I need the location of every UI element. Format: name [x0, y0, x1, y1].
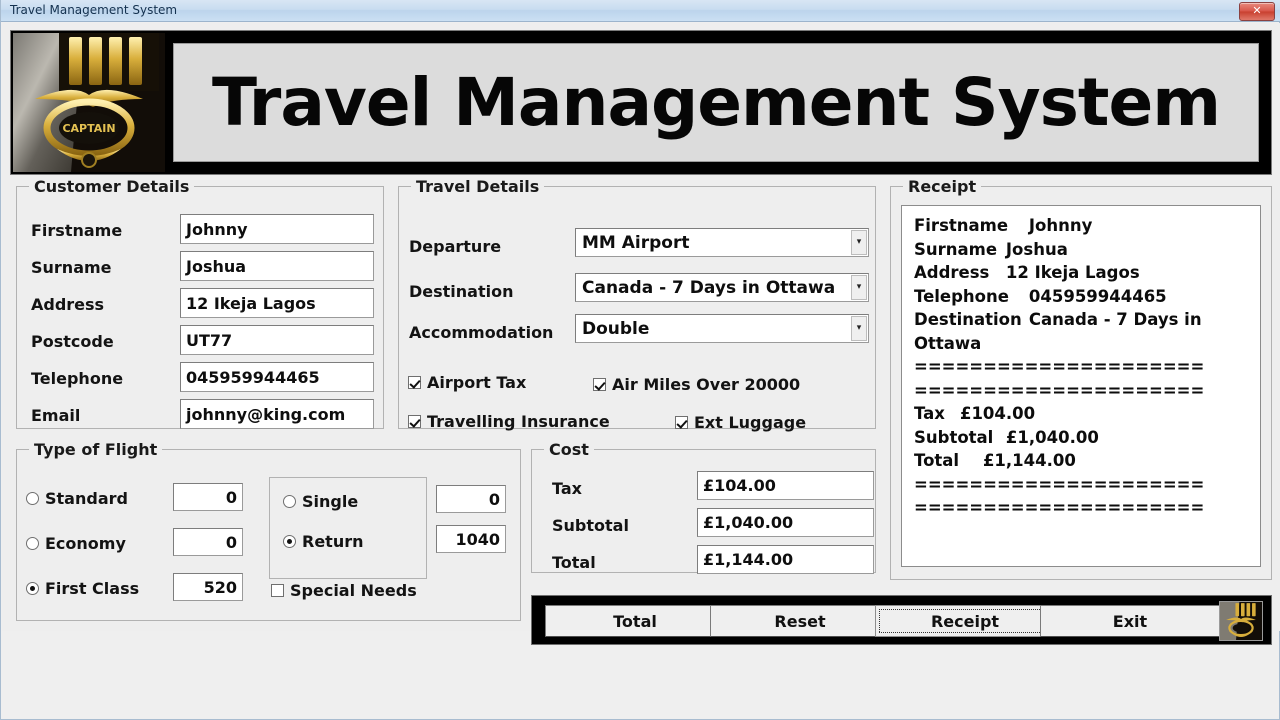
postcode-input[interactable]: UT77: [180, 325, 374, 355]
surname-label: Surname: [31, 258, 112, 277]
customer-details-group: Customer Details Firstname Johnny Surnam…: [16, 177, 384, 429]
travelling-insurance-label: Travelling Insurance: [427, 412, 610, 431]
checkbox-icon[interactable]: [675, 416, 688, 429]
radio-icon[interactable]: [26, 492, 39, 505]
receipt-legend: Receipt: [903, 177, 982, 196]
close-button[interactable]: ✕: [1239, 2, 1275, 21]
chevron-down-icon[interactable]: ▾: [851, 316, 867, 341]
special-needs-label: Special Needs: [290, 581, 417, 600]
address-input[interactable]: 12 Ikeja Lagos: [180, 288, 374, 318]
economy-price-input[interactable]: 0: [173, 528, 243, 556]
standard-radio[interactable]: Standard: [26, 489, 128, 508]
radio-icon[interactable]: [283, 495, 296, 508]
medal-graphic-small: [1220, 602, 1262, 640]
checkbox-icon[interactable]: [408, 415, 421, 428]
postcode-label: Postcode: [31, 332, 114, 351]
ext-luggage-label: Ext Luggage: [694, 413, 807, 432]
departure-label: Departure: [409, 237, 502, 256]
radio-icon[interactable]: [26, 537, 39, 550]
airport-tax-label: Airport Tax: [427, 373, 527, 392]
total-label: Total: [552, 553, 596, 572]
air-miles-label: Air Miles Over 20000: [612, 375, 801, 394]
subtotal-label: Subtotal: [552, 516, 629, 535]
return-label: Return: [302, 532, 364, 551]
chevron-down-icon[interactable]: ▾: [851, 230, 867, 255]
page-title: Travel Management System: [212, 64, 1221, 141]
medal-graphic: CAPTAIN: [13, 33, 165, 172]
accommodation-value: Double: [582, 318, 650, 339]
departure-dropdown[interactable]: MM Airport ▾: [575, 228, 869, 257]
single-label: Single: [302, 492, 359, 511]
email-label: Email: [31, 406, 81, 425]
window-title: Travel Management System: [10, 3, 178, 17]
subtotal-value-input[interactable]: £1,040.00: [697, 508, 874, 537]
address-label: Address: [31, 295, 105, 314]
email-input[interactable]: johnny@king.com: [180, 399, 374, 429]
return-radio[interactable]: Return: [283, 532, 364, 551]
destination-dropdown[interactable]: Canada - 7 Days in Ottawa ▾: [575, 273, 869, 302]
single-price-input[interactable]: 0: [436, 485, 506, 513]
tax-label: Tax: [552, 479, 582, 498]
focus-outline: [879, 609, 1051, 633]
accommodation-dropdown[interactable]: Double ▾: [575, 314, 869, 343]
type-of-flight-legend: Type of Flight: [29, 440, 163, 459]
firstname-input[interactable]: Johnny: [180, 214, 374, 244]
return-price-input[interactable]: 1040: [436, 525, 506, 553]
first-class-label: First Class: [45, 579, 140, 598]
checkbox-icon[interactable]: [593, 378, 606, 391]
banner-title-plate: Travel Management System: [173, 43, 1259, 162]
single-radio[interactable]: Single: [283, 492, 358, 511]
firstname-label: Firstname: [31, 221, 123, 240]
receipt-content: Firstname Johnny Surname Joshua Address …: [914, 216, 1205, 517]
form-client-area: CAPTAIN Travel Management System Custome…: [2, 23, 1280, 645]
radio-icon[interactable]: [26, 582, 39, 595]
standard-label: Standard: [45, 489, 128, 508]
telephone-input[interactable]: 045959944465: [180, 362, 374, 392]
departure-value: MM Airport: [582, 232, 690, 253]
air-miles-checkbox[interactable]: Air Miles Over 20000: [593, 375, 800, 394]
receipt-button[interactable]: Receipt: [875, 605, 1055, 637]
application-window: Travel Management System ✕ CAPTAIN Trave…: [0, 0, 1280, 720]
tax-value-input[interactable]: £104.00: [697, 471, 874, 500]
total-button[interactable]: Total: [545, 605, 725, 637]
cost-legend: Cost: [544, 440, 594, 459]
action-button-bar: Total Reset Receipt Exit: [531, 595, 1272, 645]
airport-tax-checkbox[interactable]: Airport Tax: [408, 373, 526, 392]
radio-icon[interactable]: [283, 535, 296, 548]
special-needs-checkbox[interactable]: Special Needs: [271, 581, 417, 600]
accommodation-label: Accommodation: [409, 323, 554, 342]
checkbox-icon[interactable]: [408, 376, 421, 389]
travel-details-legend: Travel Details: [411, 177, 545, 196]
telephone-label: Telephone: [31, 369, 124, 388]
receipt-textarea[interactable]: Firstname Johnny Surname Joshua Address …: [901, 205, 1261, 567]
surname-input[interactable]: Joshua: [180, 251, 374, 281]
captain-wings-medal-icon-small: [1219, 601, 1263, 641]
receipt-group: Receipt Firstname Johnny Surname Joshua …: [890, 177, 1272, 580]
travelling-insurance-checkbox[interactable]: Travelling Insurance: [408, 412, 610, 431]
cost-group: Cost Tax £104.00 Subtotal £1,040.00 Tota…: [531, 440, 876, 574]
first-class-radio[interactable]: First Class: [26, 579, 139, 598]
exit-button[interactable]: Exit: [1040, 605, 1220, 637]
app-banner: CAPTAIN Travel Management System: [10, 30, 1272, 175]
svg-text:CAPTAIN: CAPTAIN: [62, 122, 115, 135]
total-value-input[interactable]: £1,144.00: [697, 545, 874, 574]
destination-label: Destination: [409, 282, 514, 301]
captain-wings-medal-icon: CAPTAIN: [13, 33, 165, 172]
travel-details-group: Travel Details Departure MM Airport ▾ De…: [398, 177, 876, 432]
checkbox-icon[interactable]: [271, 584, 284, 597]
destination-value: Canada - 7 Days in Ottawa: [582, 277, 836, 298]
reset-button[interactable]: Reset: [710, 605, 890, 637]
first-class-price-input[interactable]: 520: [173, 573, 243, 601]
chevron-down-icon[interactable]: ▾: [851, 275, 867, 300]
ext-luggage-checkbox[interactable]: Ext Luggage: [675, 413, 806, 432]
economy-radio[interactable]: Economy: [26, 534, 126, 553]
title-bar: Travel Management System ✕: [1, 0, 1280, 22]
economy-label: Economy: [45, 534, 126, 553]
customer-details-legend: Customer Details: [29, 177, 195, 196]
standard-price-input[interactable]: 0: [173, 483, 243, 511]
type-of-flight-group: Type of Flight Standard 0 Economy 0 Firs…: [16, 440, 521, 621]
